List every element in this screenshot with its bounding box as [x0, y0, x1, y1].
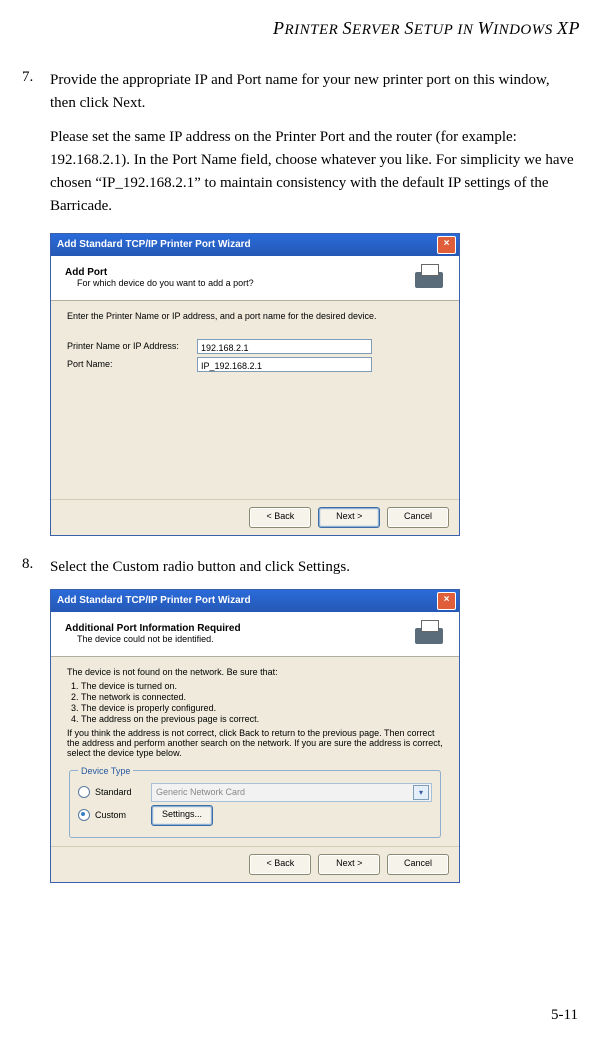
label-port-name: Port Name:	[67, 359, 197, 369]
back-button[interactable]: < Back	[249, 854, 311, 875]
running-header: PRINTER SERVER SETUP IN WINDOWS XP	[0, 0, 600, 39]
radio-standard[interactable]	[78, 786, 90, 798]
device-type-select: Generic Network Card ▾	[151, 783, 432, 802]
dialog-add-port: Add Standard TCP/IP Printer Port Wizard …	[50, 233, 460, 536]
dialog1-banner-subtitle: For which device do you want to add a po…	[77, 278, 409, 288]
radio-standard-label: Standard	[95, 787, 145, 797]
dialog2-check-list: The device is turned on. The network is …	[81, 681, 443, 724]
next-button[interactable]: Next >	[318, 507, 380, 528]
dialog2-buttons: < Back Next > Cancel	[51, 846, 459, 882]
step-7-paragraph: Please set the same IP address on the Pr…	[50, 126, 578, 219]
dialog2-banner: Additional Port Information Required The…	[51, 612, 459, 657]
cancel-button[interactable]: Cancel	[387, 507, 449, 528]
device-type-legend: Device Type	[78, 766, 133, 776]
cancel-button[interactable]: Cancel	[387, 854, 449, 875]
step-8: 8. Select the Custom radio button and cl…	[22, 556, 578, 579]
device-type-select-value: Generic Network Card	[156, 787, 245, 797]
dialog2-after-text: If you think the address is not correct,…	[67, 728, 443, 758]
dialog2-banner-title: Additional Port Information Required	[65, 623, 409, 634]
check-item: The device is turned on.	[81, 681, 443, 691]
label-printer-ip: Printer Name or IP Address:	[67, 341, 197, 351]
step-7-text: Provide the appropriate IP and Port name…	[50, 69, 578, 116]
printer-icon	[409, 618, 449, 650]
check-item: The address on the previous page is corr…	[81, 714, 443, 724]
dialog2-intro: The device is not found on the network. …	[67, 667, 443, 677]
device-type-group: Device Type Standard Generic Network Car…	[69, 766, 441, 838]
dialog1-titlebar[interactable]: Add Standard TCP/IP Printer Port Wizard …	[51, 234, 459, 256]
dialog1-title-text: Add Standard TCP/IP Printer Port Wizard	[57, 239, 251, 250]
printer-icon	[409, 262, 449, 294]
input-port-name[interactable]: IP_192.168.2.1	[197, 357, 372, 372]
check-item: The device is properly configured.	[81, 703, 443, 713]
dialog1-intro: Enter the Printer Name or IP address, an…	[67, 311, 443, 321]
chevron-down-icon: ▾	[413, 785, 429, 800]
dialog1-banner-title: Add Port	[65, 267, 409, 278]
close-icon[interactable]: ×	[437, 236, 456, 254]
dialog2-title-text: Add Standard TCP/IP Printer Port Wizard	[57, 595, 251, 606]
step-7-number: 7.	[22, 69, 50, 116]
check-item: The network is connected.	[81, 692, 443, 702]
dialog1-buttons: < Back Next > Cancel	[51, 499, 459, 535]
close-icon[interactable]: ×	[437, 592, 456, 610]
step-8-number: 8.	[22, 556, 50, 579]
next-button[interactable]: Next >	[318, 854, 380, 875]
dialog1-banner: Add Port For which device do you want to…	[51, 256, 459, 301]
back-button[interactable]: < Back	[249, 507, 311, 528]
settings-button[interactable]: Settings...	[151, 805, 213, 826]
radio-custom-label: Custom	[95, 810, 145, 820]
radio-custom[interactable]	[78, 809, 90, 821]
step-8-text: Select the Custom radio button and click…	[50, 556, 578, 579]
step-7: 7. Provide the appropriate IP and Port n…	[22, 69, 578, 116]
page-number: 5-11	[551, 1007, 578, 1024]
dialog-additional-port-info: Add Standard TCP/IP Printer Port Wizard …	[50, 589, 460, 883]
dialog2-titlebar[interactable]: Add Standard TCP/IP Printer Port Wizard …	[51, 590, 459, 612]
dialog2-banner-subtitle: The device could not be identified.	[77, 634, 409, 644]
input-printer-ip[interactable]: 192.168.2.1	[197, 339, 372, 354]
